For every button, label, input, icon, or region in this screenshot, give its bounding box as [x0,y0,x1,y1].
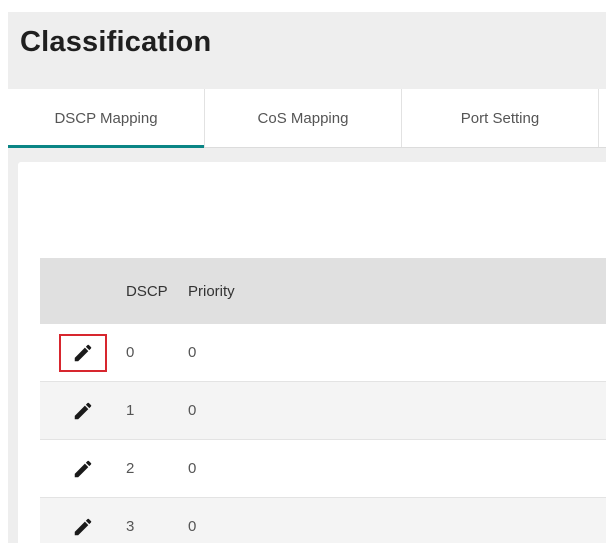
pencil-icon [74,518,92,535]
tab-label: CoS Mapping [257,109,349,127]
table-row: 3 0 [40,498,606,543]
dscp-value: 2 [126,460,135,477]
priority-value: 0 [188,460,197,477]
edit-button[interactable] [59,450,107,488]
pencil-icon [74,460,92,477]
edit-button[interactable] [59,392,107,430]
edit-column-header [40,258,126,324]
edit-cell [40,440,126,497]
priority-value: 0 [188,402,197,419]
edit-button[interactable] [59,508,107,543]
edit-cell [40,498,126,543]
dscp-value: 3 [126,518,135,535]
content-card: DSCP Priority 0 0 1 0 2 0 3 0 [18,162,606,543]
pencil-icon [74,344,92,361]
table-row: 1 0 [40,382,606,440]
table-header: DSCP Priority [40,258,606,324]
page-title: Classification [20,26,212,58]
column-header-dscp[interactable]: DSCP [126,283,188,300]
edit-button[interactable] [59,333,107,372]
tab-cos-mapping[interactable]: CoS Mapping [205,89,402,147]
column-header-priority[interactable]: Priority [188,283,606,300]
tab-bar: DSCP Mapping CoS Mapping Port Setting [8,89,606,148]
edit-cell [40,324,126,381]
table-row: 0 0 [40,324,606,382]
priority-value: 0 [188,518,197,535]
tab-label: DSCP Mapping [54,109,158,127]
tab-port-setting[interactable]: Port Setting [402,89,599,147]
edit-cell [40,382,126,439]
tab-dscp-mapping[interactable]: DSCP Mapping [8,89,205,148]
tab-label: Port Setting [460,109,540,127]
pencil-icon [74,402,92,419]
app-frame: Classification DSCP Mapping CoS Mapping … [8,12,606,543]
dscp-mapping-table: DSCP Priority 0 0 1 0 2 0 3 0 [40,258,606,543]
dscp-value: 1 [126,402,135,419]
priority-value: 0 [188,344,197,361]
table-row: 2 0 [40,440,606,498]
dscp-value: 0 [126,344,135,361]
